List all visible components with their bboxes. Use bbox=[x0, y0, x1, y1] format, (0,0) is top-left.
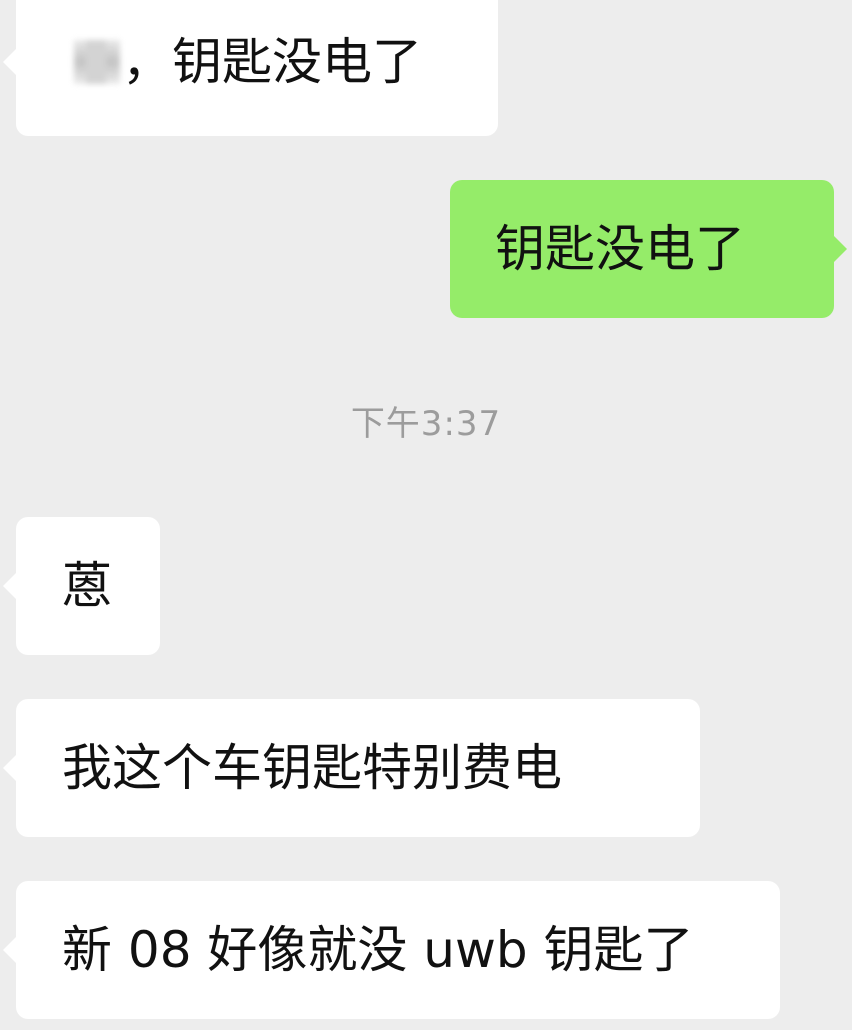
message-text-prefix: ， bbox=[122, 33, 172, 91]
message-text: 新 08 好像就没 uwb 钥匙了 bbox=[62, 921, 694, 979]
message-timestamp: 下午3:37 bbox=[350, 404, 502, 444]
bubble-tail bbox=[3, 754, 17, 782]
bubble-tail bbox=[3, 48, 17, 76]
message-text: 蒽 bbox=[62, 557, 112, 615]
incoming-message-bubble[interactable]: 新 08 好像就没 uwb 钥匙了 bbox=[3, 881, 780, 1019]
redacted-name-block bbox=[74, 40, 120, 84]
bubble-tail bbox=[3, 572, 17, 600]
outgoing-message-bubble[interactable]: 钥匙没电了 bbox=[450, 180, 847, 318]
incoming-message-bubble[interactable]: 蒽 bbox=[3, 517, 160, 655]
message-text: 我这个车钥匙特别费电 bbox=[62, 739, 562, 797]
message-text: 钥匙没电了 bbox=[495, 220, 745, 278]
incoming-message-bubble[interactable]: 我这个车钥匙特别费电 bbox=[3, 699, 700, 837]
incoming-message-bubble[interactable]: ， 钥匙没电了 bbox=[3, 0, 498, 136]
message-text: 钥匙没电了 bbox=[172, 33, 422, 91]
bubble-tail bbox=[3, 936, 17, 964]
bubble-tail bbox=[833, 235, 847, 263]
